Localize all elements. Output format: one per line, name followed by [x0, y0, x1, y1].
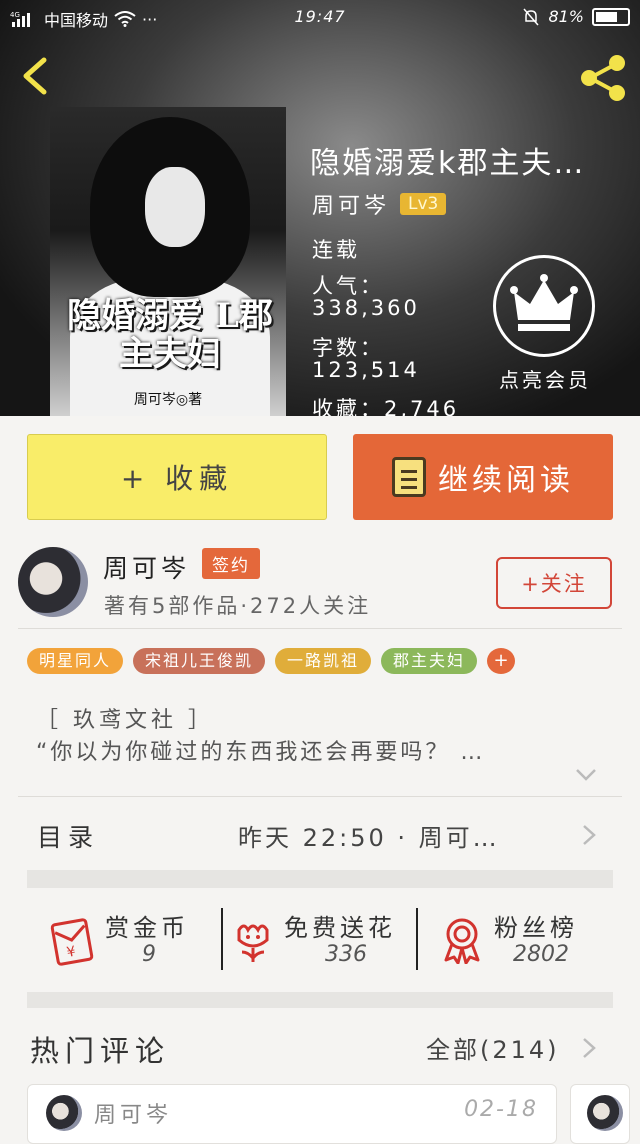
avatar[interactable] [587, 1095, 623, 1131]
free-flower-stat[interactable]: 免费送花 336 [222, 888, 417, 992]
chevron-right-icon[interactable] [582, 824, 596, 846]
follow-button[interactable]: +关注 [496, 557, 612, 609]
stats-row: ¥ 赏金币 9 免费送花 336 粉丝榜 2802 [27, 888, 613, 992]
vip-crown-button[interactable] [493, 255, 595, 357]
book-header: 4G 中国移动 ··· 19:47 81% 隐婚溺爱 L郡主夫妇 周可岑◎著 隐… [0, 0, 640, 416]
medal-icon [444, 918, 480, 964]
comment-date: 02-18 [464, 1097, 538, 1122]
stat-value: 336 [325, 942, 367, 967]
intro-line-1: ［ 玖鸢文社 ］ [36, 708, 214, 733]
cover-author-text: 周可岑◎著 [133, 392, 203, 408]
avatar[interactable] [46, 1095, 82, 1131]
wordcount-value: 123,514 [312, 358, 420, 382]
stat-title: 免费送花 [284, 914, 396, 942]
divider [221, 908, 223, 970]
author-summary: 著有5部作品·272人关注 [104, 594, 372, 618]
favorites-value: 2,746 [384, 397, 460, 416]
signed-badge: 签约 [202, 548, 260, 579]
section-gap [27, 992, 613, 1008]
collect-button[interactable]: + 收藏 [27, 434, 327, 520]
hot-comments-heading: 热门评论 [30, 1034, 171, 1068]
stat-value: 9 [142, 942, 156, 967]
comment-card[interactable]: 周可岑 02-18 [27, 1084, 557, 1144]
status-bar: 4G 中国移动 ··· 19:47 81% [0, 0, 640, 34]
vip-label[interactable]: 点亮会员 [490, 364, 600, 393]
comment-card[interactable] [570, 1084, 630, 1144]
reward-coins-stat[interactable]: ¥ 赏金币 9 [27, 888, 222, 992]
comment-user[interactable]: 周可岑 [94, 1097, 172, 1129]
popularity-value: 338,360 [312, 296, 420, 320]
intro-line-2[interactable]: “你以为你碰过的东西我还会再要吗？ … [36, 734, 596, 766]
divider [416, 908, 418, 970]
section-gap [27, 870, 613, 888]
battery-percent: 81% [548, 7, 584, 26]
book-author[interactable]: 周可岑 [312, 188, 390, 220]
author-avatar[interactable] [18, 547, 88, 617]
continue-reading-button[interactable]: 继续阅读 [353, 434, 613, 520]
svg-text:¥: ¥ [65, 944, 77, 961]
add-tag-button[interactable]: + [487, 648, 516, 674]
cover-title-text: 隐婚溺爱 L郡主夫妇 [67, 296, 273, 374]
divider [18, 796, 622, 797]
favorites-stat: 收藏：2,746 [312, 393, 459, 416]
crown-icon [510, 274, 578, 331]
fan-ranking-stat[interactable]: 粉丝榜 2802 [417, 888, 613, 992]
red-envelope-icon: ¥ [50, 918, 94, 966]
stat-value: 2802 [513, 942, 569, 967]
continue-reading-label: 继续阅读 [438, 463, 574, 498]
latest-chapter[interactable]: 昨天 22:50 · 周可… [238, 818, 500, 853]
share-icon[interactable] [578, 54, 628, 102]
stat-title: 粉丝榜 [494, 914, 578, 942]
author-name[interactable]: 周可岑 [103, 549, 190, 585]
tag-chip[interactable]: 宋祖儿王俊凯 [133, 648, 266, 674]
stat-title: 赏金币 [105, 914, 189, 942]
chevron-right-icon[interactable] [582, 1037, 596, 1059]
tag-chip[interactable]: 一路凯祖 [275, 648, 372, 674]
tag-chip[interactable]: 明星同人 [27, 648, 124, 674]
toc-label[interactable]: 目录 [37, 818, 99, 854]
back-arrow-icon[interactable] [16, 56, 56, 96]
mute-bell-icon [523, 8, 540, 25]
book-icon [392, 457, 426, 497]
all-comments-link[interactable]: 全部(214) [426, 1030, 560, 1065]
serial-status: 连载 [312, 238, 360, 262]
tag-chip[interactable]: 郡主夫妇 [381, 648, 478, 674]
book-cover[interactable]: 隐婚溺爱 L郡主夫妇 周可岑◎著 [50, 107, 286, 416]
divider [18, 628, 622, 629]
favorites-label: 收藏： [312, 397, 384, 416]
book-title: 隐婚溺爱k郡主夫… [310, 146, 586, 181]
author-level-badge: Lv3 [400, 193, 447, 215]
battery-icon [592, 7, 630, 26]
expand-chevron-down-icon[interactable] [575, 768, 597, 782]
flower-icon [237, 924, 269, 962]
tag-list: 明星同人 宋祖儿王俊凯 一路凯祖 郡主夫妇 + [27, 648, 516, 674]
